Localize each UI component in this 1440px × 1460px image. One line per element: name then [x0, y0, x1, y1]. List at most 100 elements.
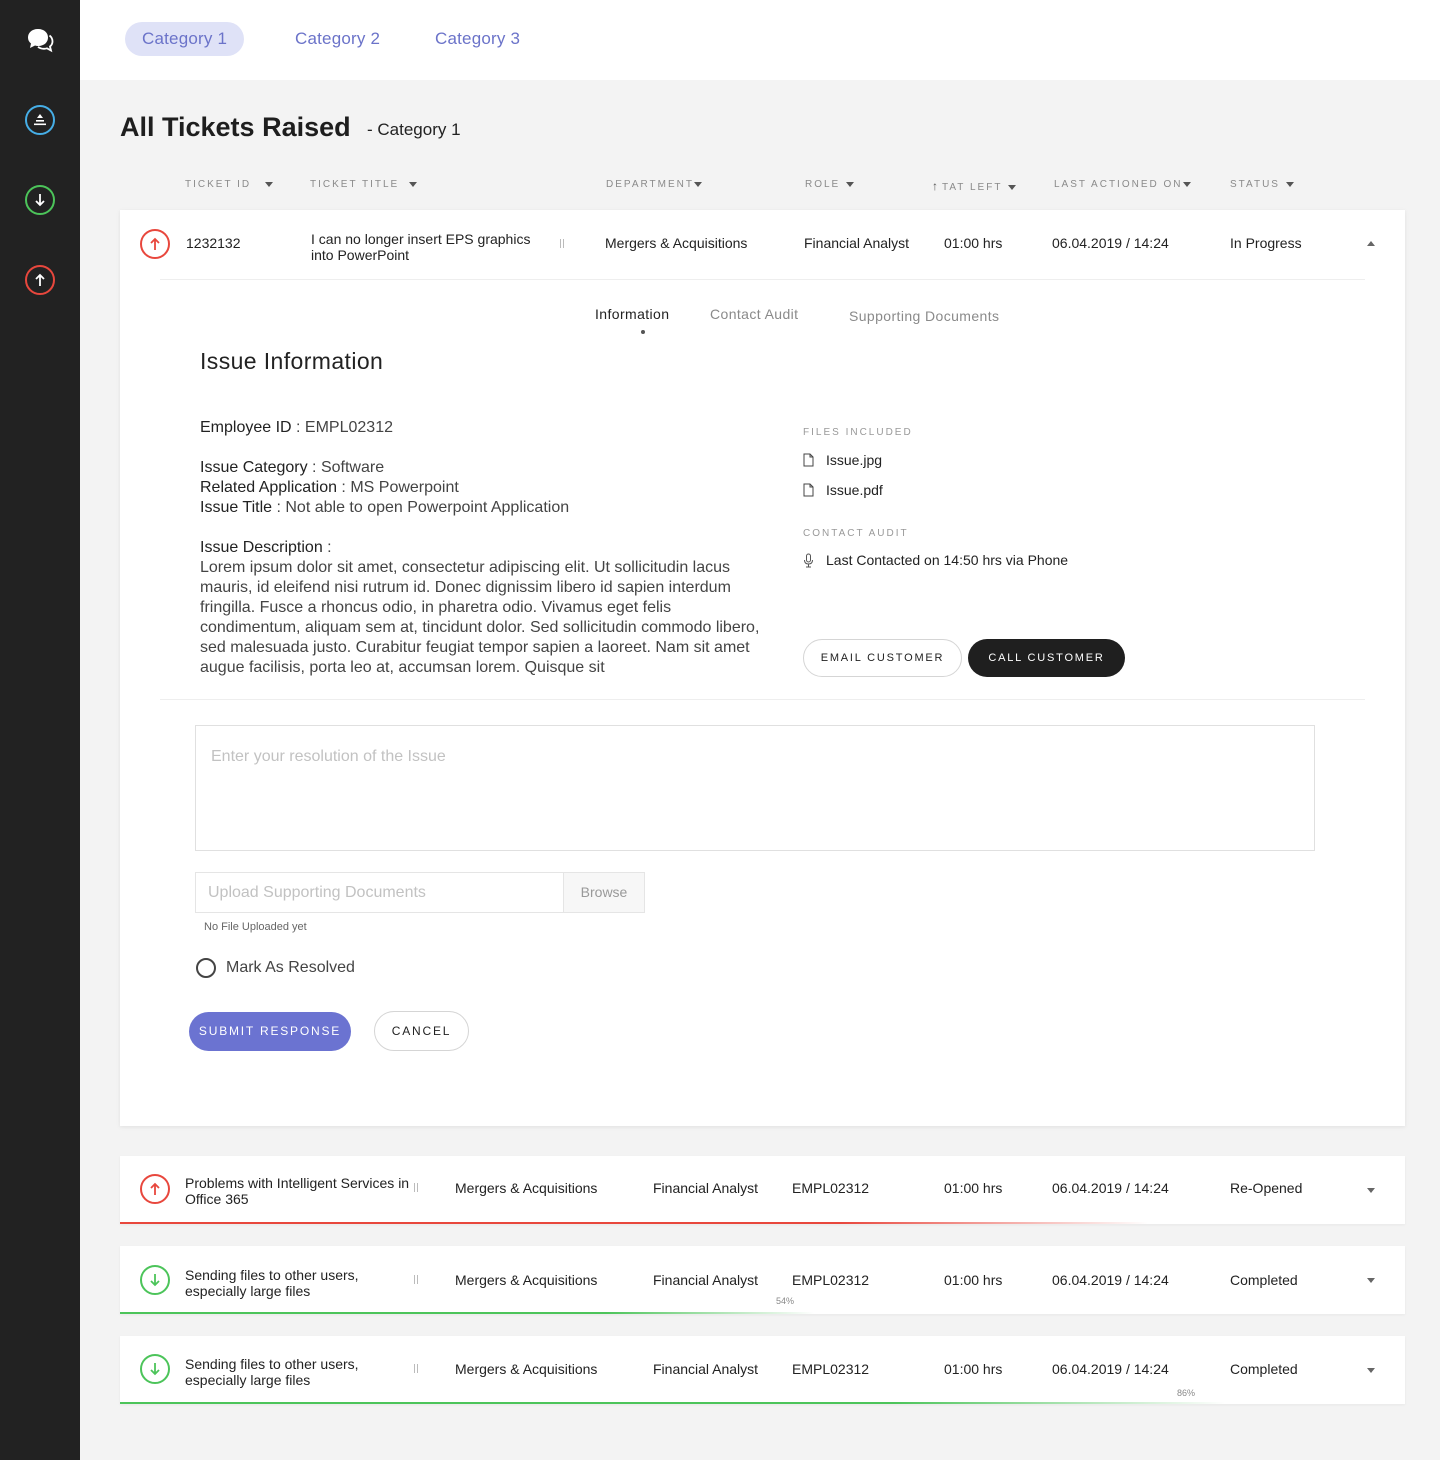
row-status: Completed — [1230, 1361, 1298, 1377]
row-tat: 01:00 hrs — [944, 1180, 1003, 1196]
tab-supporting-documents[interactable]: Supporting Documents — [849, 308, 999, 324]
issue-description-text: Lorem ipsum dolor sit amet, consectetur … — [200, 559, 760, 676]
email-customer-button[interactable]: EMAIL CUSTOMER — [803, 639, 962, 677]
sort-caret-icon — [409, 181, 418, 187]
resolution-textarea[interactable]: Enter your resolution of the Issue — [195, 725, 1315, 851]
priority-down-icon — [140, 1265, 170, 1295]
section-divider — [160, 699, 1365, 700]
tab-category-3[interactable]: Category 3 — [418, 22, 537, 56]
cancel-button[interactable]: CANCEL — [374, 1011, 469, 1051]
tab-contact-audit[interactable]: Contact Audit — [710, 306, 798, 322]
issue-description-label: Issue Description : — [200, 539, 332, 556]
contact-audit-heading: CONTACT AUDIT — [803, 528, 909, 539]
column-ticket-title[interactable]: TICKET TITLE — [310, 179, 418, 190]
employee-id-field: Employee ID : EMPL02312 — [200, 419, 393, 436]
collapse-caret-icon[interactable] — [1367, 241, 1375, 246]
column-status[interactable]: STATUS — [1230, 179, 1294, 190]
chat-icon[interactable] — [24, 24, 56, 56]
ticket-title: I can no longer insert EPS graphics into… — [311, 231, 531, 263]
sort-caret-icon — [1182, 181, 1191, 187]
file-link[interactable]: Issue.jpg — [803, 452, 882, 468]
ticket-last-actioned: 06.04.2019 / 14:24 — [1052, 235, 1169, 251]
tab-information[interactable]: Information — [595, 306, 669, 322]
tat-progress-bar — [120, 1222, 1148, 1224]
column-department[interactable]: DEPARTMENT — [606, 179, 702, 190]
row-tat: 01:00 hrs — [944, 1272, 1003, 1288]
row-status: Re-Opened — [1230, 1180, 1303, 1196]
progress-percent: 86% — [1177, 1388, 1196, 1398]
upload-placeholder: Upload Supporting Documents — [208, 884, 426, 901]
queue-icon[interactable] — [24, 104, 56, 136]
file-icon — [803, 453, 815, 467]
arrow-down-icon[interactable] — [24, 184, 56, 216]
ticket-tat: 01:00 hrs — [944, 235, 1003, 251]
file-link[interactable]: Issue.pdf — [803, 482, 883, 498]
column-tat-left[interactable]: ↑ TAT LEFT — [932, 179, 1017, 193]
priority-down-icon — [140, 1354, 170, 1384]
mark-resolved-label[interactable]: Mark As Resolved — [226, 959, 355, 977]
ticket-row[interactable]: Sending files to other users, especially … — [120, 1246, 1405, 1314]
call-customer-button[interactable]: CALL CUSTOMER — [968, 639, 1125, 677]
row-divider — [160, 279, 1365, 280]
page-title: All Tickets Raised — [120, 112, 351, 142]
priority-up-icon — [140, 1174, 170, 1204]
row-department: Mergers & Acquisitions — [455, 1180, 598, 1196]
row-status: Completed — [1230, 1272, 1298, 1288]
row-last-actioned: 06.04.2019 / 14:24 — [1052, 1180, 1169, 1196]
row-department: Mergers & Acquisitions — [455, 1361, 598, 1377]
ticket-row[interactable]: Problems with Intelligent Services in Off… — [120, 1156, 1405, 1224]
tab-category-2[interactable]: Category 2 — [278, 22, 397, 56]
column-ticket-id[interactable]: TICKET ID — [185, 179, 274, 190]
expand-caret-icon[interactable] — [1367, 1368, 1375, 1373]
drag-handle-icon[interactable] — [414, 1275, 418, 1284]
browse-button[interactable]: Browse — [563, 873, 644, 912]
tat-progress-bar — [120, 1402, 1226, 1404]
tab-category-1[interactable]: Category 1 — [125, 22, 245, 56]
row-title: Problems with Intelligent Services in Off… — [185, 1175, 410, 1207]
row-department: Mergers & Acquisitions — [455, 1272, 598, 1288]
expand-caret-icon[interactable] — [1367, 1188, 1375, 1193]
progress-percent: 54% — [776, 1296, 795, 1306]
row-employee-id: EMPL02312 — [792, 1272, 870, 1288]
row-title: Sending files to other users, especially … — [185, 1267, 359, 1299]
files-included-heading: FILES INCLUDED — [803, 427, 913, 438]
sort-caret-icon — [693, 181, 702, 187]
column-last-actioned[interactable]: LAST ACTIONED ON — [1054, 179, 1191, 190]
column-role[interactable]: ROLE — [805, 179, 855, 190]
drag-handle-icon[interactable] — [414, 1183, 418, 1192]
drag-handle-icon[interactable] — [414, 1364, 418, 1373]
upload-field[interactable]: Upload Supporting Documents Browse — [195, 872, 645, 913]
mark-resolved-radio[interactable] — [196, 958, 216, 978]
upload-status: No File Uploaded yet — [204, 921, 307, 933]
sidebar — [0, 0, 80, 1460]
file-icon — [803, 483, 815, 497]
row-role: Financial Analyst — [653, 1180, 759, 1196]
active-tab-indicator — [641, 330, 645, 334]
row-role: Financial Analyst — [653, 1272, 759, 1288]
issue-information-heading: Issue Information — [200, 348, 384, 374]
row-tat: 01:00 hrs — [944, 1361, 1003, 1377]
priority-up-icon — [140, 229, 170, 259]
issue-title-field: Issue Title : Not able to open Powerpoin… — [200, 499, 570, 516]
related-application-field: Related Application : MS Powerpoint — [200, 479, 459, 496]
row-role: Financial Analyst — [653, 1361, 759, 1377]
ticket-row[interactable]: Sending files to other users, especially … — [120, 1336, 1405, 1404]
row-last-actioned: 06.04.2019 / 14:24 — [1052, 1272, 1169, 1288]
row-last-actioned: 06.04.2019 / 14:24 — [1052, 1361, 1169, 1377]
microphone-icon — [803, 553, 815, 568]
submit-response-button[interactable]: SUBMIT RESPONSE — [189, 1012, 351, 1051]
page-subtitle: - Category 1 — [367, 120, 461, 139]
arrow-up-icon[interactable] — [24, 264, 56, 296]
expand-caret-icon[interactable] — [1367, 1278, 1375, 1283]
issue-category-field: Issue Category : Software — [200, 459, 385, 476]
ticket-department: Mergers & Acquisitions — [605, 235, 748, 251]
sort-caret-icon — [1285, 181, 1294, 187]
contact-audit-entry: Last Contacted on 14:50 hrs via Phone — [803, 552, 1068, 568]
sort-up-arrow-icon: ↑ — [932, 179, 938, 193]
row-employee-id: EMPL02312 — [792, 1361, 870, 1377]
tat-progress-bar — [120, 1312, 814, 1314]
ticket-id: 1232132 — [186, 235, 241, 251]
sort-caret-icon — [1008, 184, 1017, 190]
ticket-status: In Progress — [1230, 235, 1302, 251]
drag-handle-icon[interactable] — [560, 239, 564, 248]
